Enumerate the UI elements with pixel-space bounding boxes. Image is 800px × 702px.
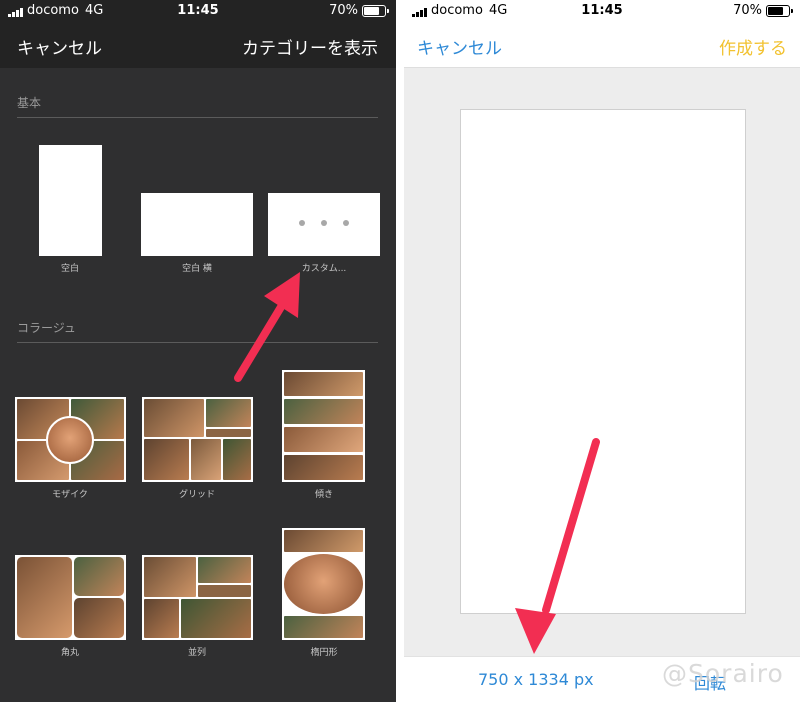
status-bar: docomo 4G 11:45 70%: [0, 0, 396, 24]
battery-percent: 70%: [329, 3, 358, 18]
template-label: モザイク: [52, 490, 88, 500]
collage-rounded-thumbnail[interactable]: [15, 555, 126, 640]
left-phone-screen: docomo 4G 11:45 70% キャンセル カテゴリーを表示 基本 空白…: [0, 0, 396, 702]
template-label: 並列: [187, 648, 206, 658]
battery-percent: 70%: [733, 3, 762, 18]
section-divider: [17, 342, 378, 343]
template-label: 角丸: [60, 648, 79, 658]
collage-tilt-thumbnail[interactable]: [282, 370, 365, 482]
show-categories-button[interactable]: カテゴリーを表示: [242, 34, 378, 59]
nav-bar: キャンセル カテゴリーを表示: [0, 24, 396, 68]
nav-bar: キャンセル 作成する: [404, 24, 800, 68]
template-blank-landscape[interactable]: [141, 193, 253, 256]
template-label: 楕円形: [310, 648, 338, 658]
template-label: カスタム...: [301, 264, 347, 274]
template-label: グリッド: [178, 490, 215, 500]
battery-icon: [766, 5, 793, 17]
collage-mosaic-thumbnail[interactable]: [15, 397, 126, 482]
section-title-collage: コラージュ: [17, 321, 76, 335]
right-phone-screen: docomo 4G 11:45 70% キャンセル 作成する 750 x 133…: [404, 0, 800, 702]
section-title-basic: 基本: [17, 96, 42, 110]
watermark: @Sorairo: [662, 659, 784, 688]
cancel-button[interactable]: キャンセル: [417, 34, 502, 59]
section-divider: [17, 117, 378, 118]
template-label: 傾き: [314, 490, 333, 500]
canvas-preview: [460, 109, 746, 614]
collage-grid-thumbnail[interactable]: [142, 397, 253, 482]
collage-side-by-side-thumbnail[interactable]: [142, 555, 253, 640]
template-label: 空白 横: [182, 264, 212, 274]
template-blank-portrait[interactable]: [39, 145, 102, 256]
cancel-button[interactable]: キャンセル: [17, 34, 102, 59]
create-button[interactable]: 作成する: [719, 34, 787, 59]
template-custom[interactable]: [268, 193, 380, 256]
status-bar: docomo 4G 11:45 70%: [404, 0, 800, 24]
canvas-size-button[interactable]: 750 x 1334 px: [478, 670, 594, 689]
more-dots-icon: [268, 220, 380, 226]
collage-ellipse-thumbnail[interactable]: [282, 528, 365, 640]
template-label: 空白: [60, 264, 79, 274]
battery-icon: [362, 5, 389, 17]
